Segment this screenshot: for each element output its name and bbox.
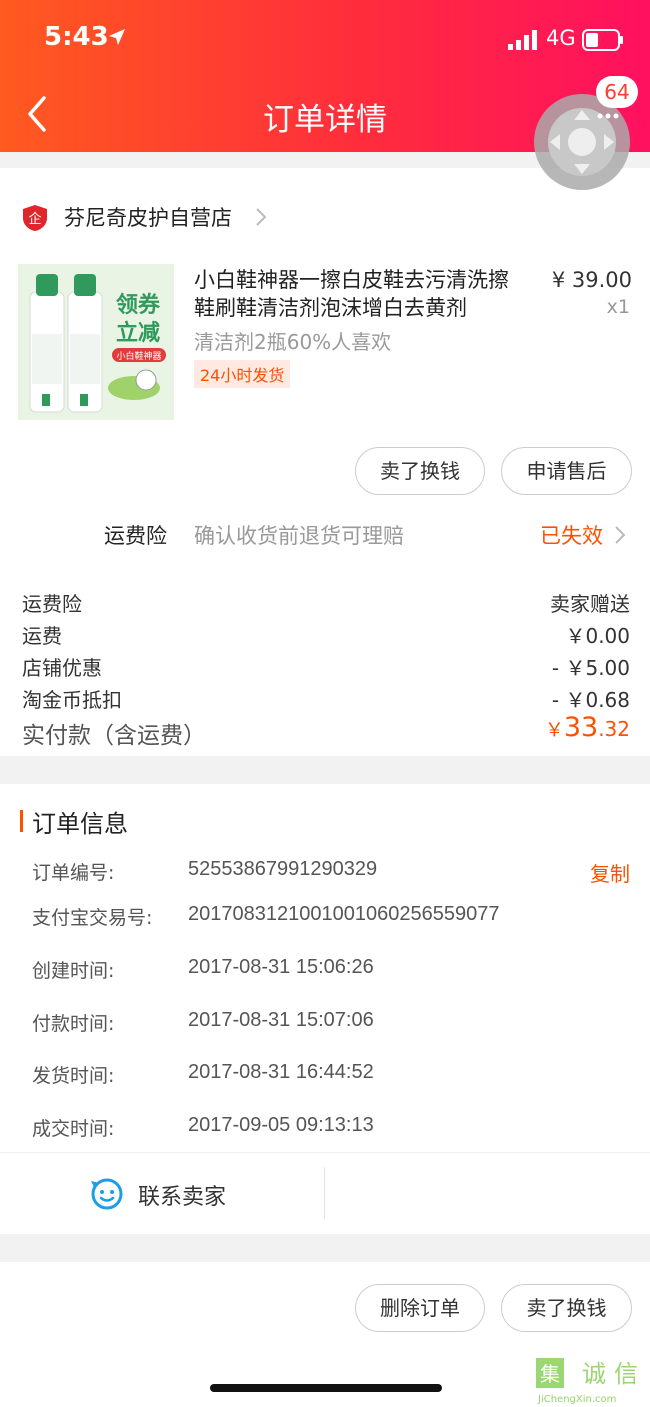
order-info-title: 订单信息 [32, 810, 128, 838]
status-time: 5:43 [44, 22, 109, 52]
chevron-right-icon[interactable] [614, 524, 626, 546]
sell-for-cash-button[interactable]: 卖了换钱 [501, 1284, 632, 1332]
info-label: 支付宝交易号: [32, 907, 153, 929]
copy-button[interactable]: 复制 [590, 858, 630, 887]
fee-value: ￥0.00 [565, 624, 630, 648]
network-type: 4G [546, 26, 576, 50]
fee-row-insurance: 运费险 卖家赠送 [22, 588, 630, 617]
fee-row-coin-deduction: 淘金币抵扣 - ￥0.68 [22, 684, 630, 713]
battery-icon [582, 29, 623, 51]
svg-text:JiChengXin.com: JiChengXin.com [537, 1394, 616, 1405]
fee-label: 店铺优惠 [22, 656, 102, 680]
product-title[interactable]: 小白鞋神器一擦白皮鞋去污清洗擦鞋刷鞋清洁剂泡沫增白去黄剂 [194, 266, 524, 322]
product-quantity: x1 [606, 296, 630, 318]
created-time: 2017-08-31 15:06:26 [188, 956, 374, 978]
home-indicator[interactable] [210, 1384, 442, 1392]
shipping-tag: 24小时发货 [194, 360, 291, 388]
info-label: 发货时间: [32, 1065, 115, 1087]
chevron-right-icon[interactable] [254, 206, 268, 228]
svg-text:立减: 立减 [116, 320, 160, 346]
svg-text:信: 信 [614, 1360, 638, 1388]
fee-value: - ￥0.68 [551, 688, 630, 712]
svg-text:小白鞋神器: 小白鞋神器 [116, 350, 161, 362]
svg-text:企: 企 [28, 211, 41, 227]
deal-time: 2017-09-05 09:13:13 [188, 1114, 374, 1136]
fee-value: - ￥5.00 [551, 656, 630, 680]
contact-bar: 联系卖家 [0, 1152, 650, 1234]
chat-smile-icon [91, 1178, 123, 1210]
shipping-insurance-desc: 确认收货前退货可理赔 [194, 524, 404, 548]
info-label: 订单编号: [32, 862, 115, 884]
shipped-time: 2017-08-31 16:44:52 [188, 1061, 374, 1083]
fee-value: 卖家赠送 [550, 592, 630, 616]
shop-name[interactable]: 芬尼奇皮护自营店 [64, 202, 232, 232]
product-image: 领券 立减 小白鞋神器 [18, 264, 174, 420]
info-label: 成交时间: [32, 1118, 115, 1140]
section-accent-bar [20, 810, 23, 832]
product-sku: 清洁剂2瓶60%人喜欢 [194, 330, 392, 354]
svg-text:领券: 领券 [116, 292, 161, 318]
info-label: 付款时间: [32, 1013, 115, 1035]
paid-time: 2017-08-31 15:07:06 [188, 1009, 374, 1031]
contact-seller-label: 联系卖家 [138, 1185, 227, 1210]
fee-row-shipping: 运费 ￥0.00 [22, 620, 630, 649]
total-paid-row: 实付款（含运费） ￥33.32 [22, 712, 630, 750]
signal-icon [508, 30, 537, 50]
info-label: 创建时间: [32, 960, 115, 982]
product-thumbnail[interactable]: 领券 立减 小白鞋神器 [18, 264, 174, 420]
message-count-badge: 64 [596, 76, 638, 108]
apply-after-sale-button[interactable]: 申请售后 [501, 447, 632, 495]
total-paid-value: ￥33.32 [544, 712, 630, 743]
enterprise-shield-icon: 企 [23, 205, 47, 231]
watermark-logo: 集 诚 信 JiChengXin.com [536, 1358, 638, 1405]
fee-label: 运费险 [22, 592, 82, 616]
fee-row-shop-discount: 店铺优惠 - ￥5.00 [22, 652, 630, 681]
contact-seller-button[interactable]: 联系卖家 [0, 1153, 324, 1235]
sell-for-cash-button[interactable]: 卖了换钱 [355, 447, 485, 495]
divider [324, 1167, 325, 1219]
order-number: 52553867991290329 [188, 858, 378, 880]
product-price: ¥ 39.00 [551, 268, 632, 292]
shipping-insurance-status[interactable]: 已失效 [540, 520, 603, 550]
shipping-insurance-label: 运费险 [104, 524, 167, 548]
alipay-trade-number: 2017083121001001060256559077 [188, 903, 500, 925]
delete-order-button[interactable]: 删除订单 [355, 1284, 485, 1332]
location-arrow-icon [109, 29, 125, 45]
fee-label: 运费 [22, 624, 62, 648]
svg-text:集: 集 [540, 1362, 560, 1386]
svg-text:诚: 诚 [582, 1360, 606, 1388]
fee-label: 淘金币抵扣 [22, 688, 122, 712]
total-paid-label: 实付款（含运费） [22, 723, 206, 749]
